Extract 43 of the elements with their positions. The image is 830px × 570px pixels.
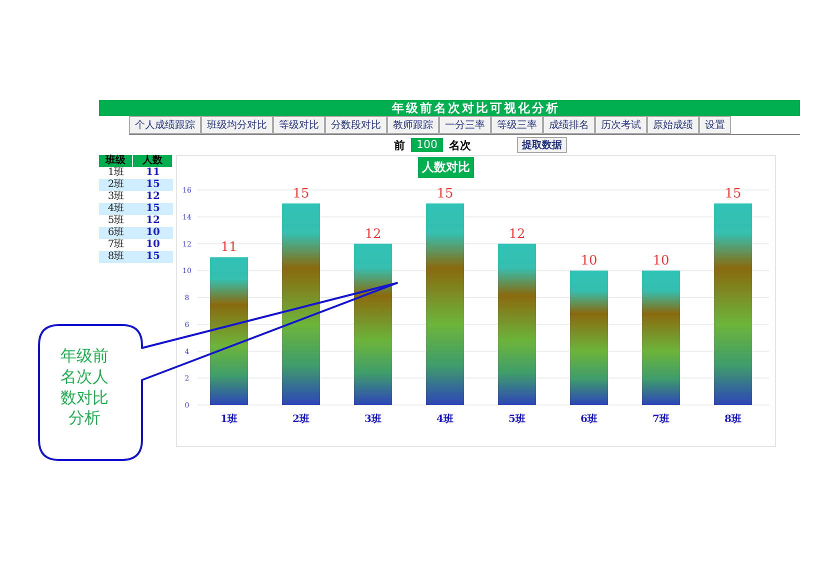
data-label: 11 [220,240,238,256]
table-cell: 15 [133,179,173,191]
category-label: 5班 [508,414,526,425]
nav-tab[interactable]: 原始成绩 [647,116,699,134]
table-cell: 15 [133,251,173,263]
data-label: 15 [724,186,742,202]
nav-tab[interactable]: 一分三率 [439,116,491,134]
nav-tab[interactable]: 等级对比 [273,116,325,134]
table-cell: 2班 [99,179,133,191]
nav-tab[interactable]: 成绩排名 [543,116,595,134]
data-label: 12 [508,226,526,242]
nav-tab[interactable]: 班级均分对比 [201,116,273,134]
table-cell: 15 [133,203,173,215]
data-label: 10 [652,254,670,269]
column-header: 人数 [133,155,173,167]
column-header: 班级 [99,155,133,167]
category-label: 6班 [580,414,598,425]
fetch-data-button[interactable]: 提取数据 [517,137,567,153]
category-label: 4班 [436,414,454,425]
nav-tab[interactable]: 分数段对比 [325,116,387,134]
nav-tab[interactable]: 历次考试 [595,116,647,134]
table-cell: 8班 [99,251,133,263]
nav-tab[interactable]: 设置 [699,116,731,134]
callout-text: 年级前名次人数对比分析 [60,346,110,430]
nav-tab[interactable]: 教师跟踪 [387,116,439,134]
prefix-label: 前 [394,138,405,152]
data-label: 12 [364,226,382,242]
category-label: 1班 [220,414,238,425]
category-label: 7班 [652,414,670,425]
category-label: 8班 [724,414,742,425]
nav-tab[interactable]: 等级三率 [491,116,543,134]
title-bar: 年级前名次对比可视化分析 [99,100,800,116]
data-label: 10 [580,254,598,269]
data-label: 15 [292,186,310,202]
nav-tab[interactable]: 个人成绩跟踪 [129,116,201,134]
chart-title: 人数对比 [418,157,474,178]
table-cell: 4班 [99,203,133,215]
data-label: 15 [436,186,454,202]
category-label: 3班 [364,414,382,425]
suffix-label: 名次 [449,138,471,152]
category-label: 2班 [292,414,310,425]
table-cell: 10 [133,227,173,239]
table-cell: 6班 [99,227,133,239]
